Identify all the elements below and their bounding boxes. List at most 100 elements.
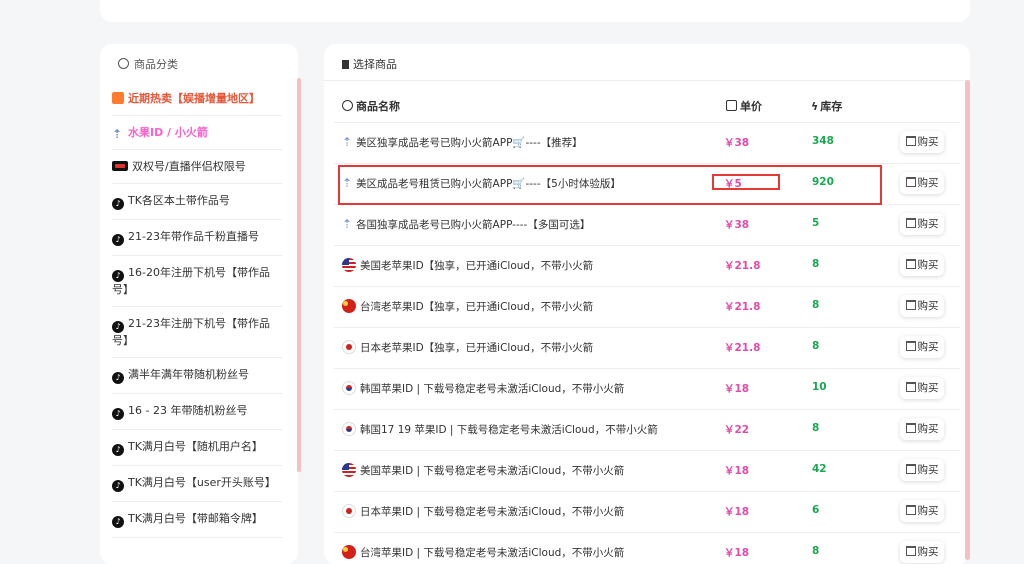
- category-item[interactable]: ⇡ 水果ID / 小火箭: [112, 116, 282, 150]
- product-stock: 8: [812, 340, 820, 352]
- category-panel: 商品分类 近期热卖【娱播增量地区】 ⇡ 水果ID / 小火箭 双权号/直播伴侣权限号 ♪…: [100, 44, 298, 564]
- buy-button[interactable]: 购买: [900, 500, 944, 522]
- product-name: 美国苹果ID | 下载号稳定老号未激活iCloud，不带小火箭: [342, 463, 624, 478]
- product-price: ￥18: [724, 383, 750, 395]
- table-row[interactable]: ⇡ 美区独享成品老号已购小火箭APP🛒----【推荐】 ￥38 348 购买: [334, 122, 960, 163]
- table-row[interactable]: 韩国苹果ID | 下载号稳定老号未激活iCloud，不带小火箭 ￥18 10 购买: [334, 368, 960, 409]
- product-stock: 348: [812, 135, 834, 147]
- product-price: ￥18: [724, 465, 750, 477]
- category-list: 近期热卖【娱播增量地区】 ⇡ 水果ID / 小火箭 双权号/直播伴侣权限号 ♪ TK各区本…: [112, 82, 282, 538]
- category-header: 商品分类: [118, 56, 178, 72]
- category-item[interactable]: ♪ 16-20年注册下机号【带作品号】: [112, 256, 282, 307]
- cart-icon: [905, 505, 916, 515]
- highlight-price-box: [712, 174, 780, 190]
- category-item[interactable]: ♪ TK各区本土带作品号: [112, 184, 282, 220]
- product-panel: 选择商品 商品名称 单价 ϟ 库存 ⇡ 美区独享成品老号已购小火箭APP🛒----【…: [324, 44, 970, 564]
- product-stock: 5: [812, 217, 820, 229]
- name-col-icon: [342, 100, 353, 111]
- category-label: 16 - 23 年带随机粉丝号: [128, 404, 248, 417]
- product-header: 选择商品: [342, 56, 397, 72]
- category-label: TK满月白号【随机用户名】: [128, 440, 263, 453]
- table-row[interactable]: 日本老苹果ID【独享，已开通iCloud，不带小火箭 ￥21.8 8 购买: [334, 327, 960, 368]
- category-item[interactable]: ♪ 16 - 23 年带随机粉丝号: [112, 394, 282, 430]
- product-panel-title: 选择商品: [353, 58, 397, 71]
- us-flag-icon: [342, 463, 356, 477]
- category-label: 21-23年带作品千粉直播号: [128, 230, 259, 243]
- tiktok-icon: ♪: [112, 270, 124, 282]
- category-item[interactable]: ♪ 21-23年注册下机号【带作品号】: [112, 307, 282, 358]
- product-stock: 8: [812, 258, 820, 270]
- buy-button[interactable]: 购买: [900, 131, 944, 153]
- buy-button[interactable]: 购买: [900, 336, 944, 358]
- cart-icon: [905, 259, 916, 269]
- tiktok-icon: ♪: [112, 480, 124, 492]
- product-stock: 6: [812, 504, 820, 516]
- cart-icon: [905, 464, 916, 474]
- table-row[interactable]: 美国老苹果ID【独享，已开通iCloud，不带小火箭 ￥21.8 8 购买: [334, 245, 960, 286]
- table-header: 商品名称 单价 ϟ 库存: [342, 98, 952, 118]
- header-divider: [324, 80, 970, 81]
- product-scrollbar[interactable]: [965, 80, 970, 560]
- cart-icon: [905, 177, 916, 187]
- category-scrollbar[interactable]: [297, 78, 301, 472]
- product-name: 日本苹果ID | 下载号稳定老号未激活iCloud，不带小火箭: [342, 504, 624, 519]
- product-stock: 8: [812, 422, 820, 434]
- product-name: 美国老苹果ID【独享，已开通iCloud，不带小火箭: [342, 258, 593, 273]
- category-title: 商品分类: [134, 58, 178, 71]
- col-price: 单价: [726, 98, 762, 114]
- buy-button[interactable]: 购买: [900, 213, 944, 235]
- product-name: 日本老苹果ID【独享，已开通iCloud，不带小火箭: [342, 340, 593, 355]
- tiktok-icon: ♪: [112, 234, 124, 246]
- product-price: ￥38: [724, 219, 750, 231]
- category-label: 21-23年注册下机号【带作品号】: [112, 317, 270, 347]
- buy-button[interactable]: 购买: [900, 377, 944, 399]
- table-row[interactable]: 韩国17 19 苹果ID | 下载号稳定老号未激活iCloud，不带小火箭 ￥22…: [334, 409, 960, 450]
- category-item[interactable]: ♪ 满半年满年带随机粉丝号: [112, 358, 282, 394]
- tiktok-icon: ♪: [112, 321, 124, 333]
- tiktok-icon: ♪: [112, 444, 124, 456]
- cart-icon: [905, 218, 916, 228]
- kr-flag-icon: [342, 381, 356, 395]
- table-row[interactable]: 美国苹果ID | 下载号稳定老号未激活iCloud，不带小火箭 ￥18 42 购买: [334, 450, 960, 491]
- col-name: 商品名称: [342, 98, 400, 114]
- cart-icon: [905, 423, 916, 433]
- rocket-icon: ⇡: [112, 127, 123, 141]
- category-item[interactable]: 双权号/直播伴侣权限号: [112, 150, 282, 184]
- product-price: ￥18: [724, 547, 750, 559]
- product-price: ￥21.8: [724, 342, 761, 354]
- buy-button[interactable]: 购买: [900, 459, 944, 481]
- buy-button[interactable]: 购买: [900, 541, 944, 563]
- buy-button[interactable]: 购买: [900, 418, 944, 440]
- cart-icon: [905, 341, 916, 351]
- category-item[interactable]: ♪ TK满月白号【user开头账号】: [112, 466, 282, 502]
- category-item[interactable]: ♪ TK满月白号【带邮箱令牌】: [112, 502, 282, 538]
- category-item[interactable]: ♪ TK满月白号【随机用户名】: [112, 430, 282, 466]
- buy-button[interactable]: 购买: [900, 172, 944, 194]
- product-stock: 8: [812, 545, 820, 557]
- product-name: 韩国苹果ID | 下载号稳定老号未激活iCloud，不带小火箭: [342, 381, 624, 396]
- top-bar: [100, 0, 970, 22]
- table-row[interactable]: 日本苹果ID | 下载号稳定老号未激活iCloud，不带小火箭 ￥18 6 购买: [334, 491, 960, 532]
- lightning-icon: ϟ: [811, 100, 819, 113]
- category-label: TK满月白号【带邮箱令牌】: [128, 512, 263, 525]
- product-name: 台湾老苹果ID【独享，已开通iCloud，不带小火箭: [342, 299, 593, 314]
- tw-flag-icon: [342, 299, 356, 313]
- buy-button[interactable]: 购买: [900, 254, 944, 276]
- table-row[interactable]: ⇡ 各国独享成品老号已购小火箭APP----【多国可选】 ￥38 5 购买: [334, 204, 960, 245]
- price-col-icon: [726, 100, 737, 111]
- table-row[interactable]: 台湾老苹果ID【独享，已开通iCloud，不带小火箭 ￥21.8 8 购买: [334, 286, 960, 327]
- category-label: 近期热卖【娱播增量地区】: [128, 92, 260, 105]
- product-price: ￥21.8: [724, 260, 761, 272]
- bookmark-icon: [342, 60, 349, 69]
- category-label: 16-20年注册下机号【带作品号】: [112, 266, 270, 296]
- category-item[interactable]: 近期热卖【娱播增量地区】: [112, 82, 282, 116]
- category-label: 满半年满年带随机粉丝号: [128, 368, 249, 381]
- cart-icon: [905, 382, 916, 392]
- tiktok-icon: ♪: [112, 198, 124, 210]
- buy-button[interactable]: 购买: [900, 295, 944, 317]
- table-row[interactable]: 台湾苹果ID | 下载号稳定老号未激活iCloud，不带小火箭 ￥18 8 购买: [334, 532, 960, 564]
- tiktok-icon: ♪: [112, 408, 124, 420]
- tiktok-icon: ♪: [112, 516, 124, 528]
- category-item[interactable]: ♪ 21-23年带作品千粉直播号: [112, 220, 282, 256]
- category-label: TK各区本土带作品号: [128, 194, 230, 207]
